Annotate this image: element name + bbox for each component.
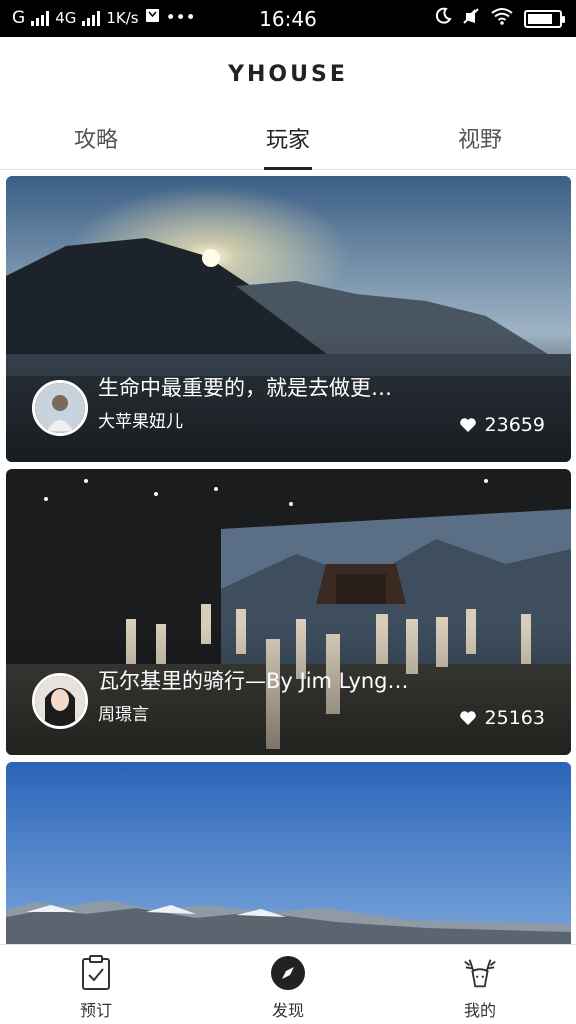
- bottom-nav: 预订 发现 我的: [0, 944, 576, 1024]
- heart-icon: [459, 418, 476, 432]
- nav-discover-label: 发现: [271, 1001, 304, 1020]
- card-author[interactable]: 大苹果妞儿: [98, 407, 183, 432]
- author-avatar[interactable]: [32, 380, 88, 436]
- like-count[interactable]: 23659: [459, 414, 545, 436]
- tab-vision[interactable]: 视野: [384, 122, 576, 169]
- tab-players[interactable]: 玩家: [192, 122, 384, 170]
- feed-list[interactable]: 生命中最重要的，就是去做更… 大苹果妞儿 23659 瓦尔基里的骑行—By Ji…: [6, 176, 571, 944]
- card-title: 瓦尔基里的骑行—By Jim Lyng…: [98, 669, 409, 693]
- nav-booking[interactable]: 预订: [0, 945, 192, 1024]
- nav-profile-label: 我的: [463, 1001, 496, 1020]
- like-count[interactable]: 25163: [459, 707, 545, 729]
- top-tabs: 攻略 玩家 视野: [0, 122, 576, 170]
- app-logo: YHOUSE: [228, 62, 348, 87]
- nav-profile[interactable]: 我的: [384, 945, 576, 1024]
- feed-card[interactable]: [6, 762, 571, 944]
- author-avatar[interactable]: [32, 673, 88, 729]
- wifi-icon: [490, 7, 514, 30]
- card-title: 生命中最重要的，就是去做更…: [98, 376, 392, 400]
- battery-icon: [524, 9, 565, 28]
- nav-discover[interactable]: 发现: [192, 945, 384, 1024]
- like-count-value: 25163: [484, 707, 545, 729]
- status-bar: G 4G 1K/s ••• 16:46: [0, 0, 576, 37]
- nav-booking-label: 预订: [79, 1001, 112, 1020]
- compass-icon: [270, 955, 306, 991]
- deer-antler-icon: [462, 955, 498, 991]
- card-author[interactable]: 周璟言: [98, 700, 149, 725]
- card-cover-image: [6, 762, 571, 944]
- heart-icon: [459, 711, 476, 725]
- like-count-value: 23659: [484, 414, 545, 436]
- feed-card[interactable]: 瓦尔基里的骑行—By Jim Lyng… 周璟言 25163: [6, 469, 571, 755]
- tab-guides[interactable]: 攻略: [0, 122, 192, 169]
- mute-icon: [462, 7, 480, 30]
- status-right: [434, 7, 565, 30]
- feed-card[interactable]: 生命中最重要的，就是去做更… 大苹果妞儿 23659: [6, 176, 571, 462]
- moon-icon: [434, 7, 452, 30]
- clipboard-check-icon: [78, 955, 114, 991]
